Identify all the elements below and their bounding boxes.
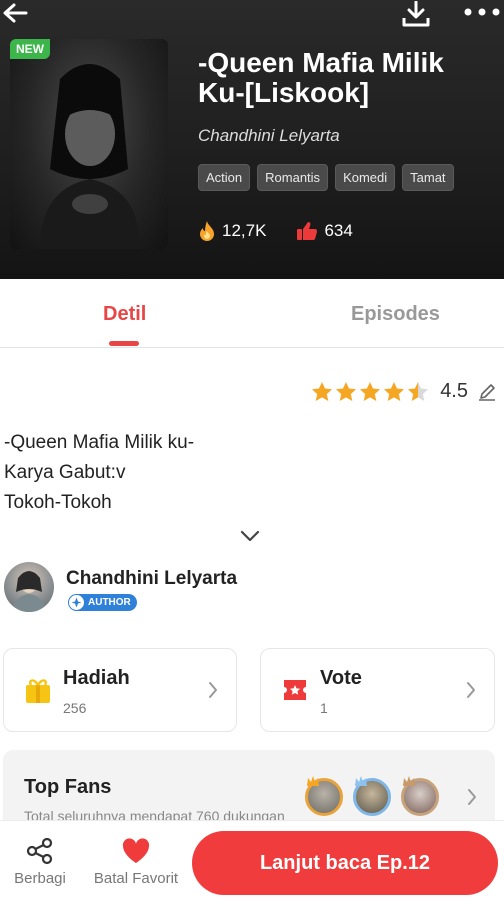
tag-tamat[interactable]: Tamat [402,164,454,191]
thumbs-up-icon [297,222,318,240]
download-button[interactable] [398,0,434,28]
vote-card[interactable]: Vote 1 [260,648,495,732]
fire-icon [200,221,214,241]
chevron-right-icon [468,789,476,805]
new-badge: NEW [10,39,50,59]
active-tab-indicator [109,341,139,346]
book-cover-image [10,39,168,249]
star-icon [312,382,333,401]
tag-komedi[interactable]: Komedi [335,164,396,191]
detail-tabs: Detil Episodes [0,279,504,348]
star-icon [360,382,381,401]
download-icon [402,1,430,27]
top-fans-label: Top Fans [24,776,112,798]
more-icon [464,8,500,16]
crown-icon [307,776,319,786]
bottom-action-bar: Berbagi Batal Favorit Lanjut baca Ep.12 [0,820,504,897]
author-badge-icon [69,595,84,610]
more-options-button[interactable] [462,0,502,24]
heart-icon [122,838,150,863]
favorite-label: Batal Favorit [93,870,179,887]
synopsis-line: -Queen Mafia Milik ku- [4,432,195,453]
tab-episodes[interactable]: Episodes [351,303,440,326]
book-author[interactable]: Chandhini Lelyarta [198,126,340,146]
tab-detil[interactable]: Detil [103,303,146,326]
author-name[interactable]: Chandhini Lelyarta [66,568,237,590]
crown-icon [355,776,367,786]
edit-icon[interactable] [478,383,496,401]
ticket-icon [284,680,306,700]
rating: 4.5 [312,380,496,403]
synopsis-line: Karya Gabut:v [4,462,126,483]
genre-tags: Action Romantis Komedi Tamat [198,164,454,191]
back-arrow-icon [3,3,28,23]
views-stat: 12,7K [198,220,266,242]
gift-icon [26,679,50,703]
expand-synopsis-button[interactable] [238,526,262,546]
tag-action[interactable]: Action [198,164,251,191]
continue-reading-button[interactable]: Lanjut baca Ep.12 [192,831,498,895]
rating-value: 4.5 [440,380,468,402]
star-icon [336,382,357,401]
book-title: -Queen Mafia Milik Ku-[Liskook] [198,47,444,108]
star-icon [384,382,405,401]
chevron-right-icon [209,682,217,698]
chevron-down-icon [240,530,260,542]
book-stats: 12,7K 634 [198,220,383,242]
views-count: 12,7K [222,221,267,240]
share-icon [26,837,53,865]
avatar[interactable] [4,562,54,612]
synopsis: -Queen Mafia Milik ku- Karya Gabut:v Tok… [4,428,194,518]
author-badge: AUTHOR [68,594,137,611]
share-button[interactable]: Berbagi [14,837,66,887]
gift-card[interactable]: Hadiah 256 [3,648,237,732]
gift-label: Hadiah [63,667,130,689]
author-badge-label: AUTHOR [88,597,131,608]
crown-icon [403,776,415,786]
unfavorite-button[interactable]: Batal Favorit [93,837,179,887]
likes-stat: 634 [296,221,353,241]
book-header: NEW -Queen Mafia Milik Ku-[Liskook] Chan… [0,0,504,279]
gift-count: 256 [63,700,87,716]
author-profile[interactable]: Chandhini Lelyarta AUTHOR [4,562,500,616]
vote-label: Vote [320,667,362,689]
synopsis-line: Tokoh-Tokoh [4,492,112,513]
likes-count: 634 [324,221,353,240]
back-button[interactable] [0,0,30,26]
half-star-icon [408,382,429,401]
vote-count: 1 [320,700,328,716]
chevron-right-icon [467,682,475,698]
share-label: Berbagi [14,870,66,887]
tag-romantis[interactable]: Romantis [257,164,329,191]
